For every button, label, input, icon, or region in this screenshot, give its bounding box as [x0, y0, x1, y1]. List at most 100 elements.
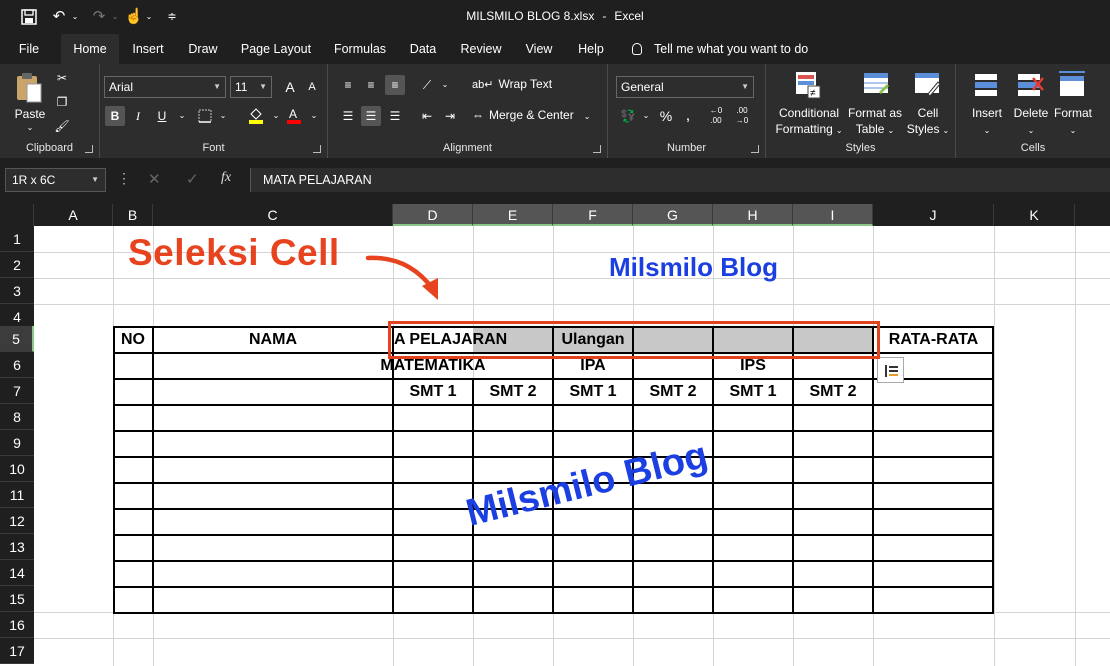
tab-help[interactable]: Help — [572, 34, 610, 64]
column-header-b[interactable]: B — [113, 204, 153, 226]
enter-icon[interactable]: ✓ — [186, 170, 199, 188]
insert-function-icon[interactable]: fx — [221, 170, 231, 186]
chevron-down-icon[interactable]: ▼ — [91, 169, 99, 191]
tab-file[interactable]: File — [8, 34, 50, 64]
cell-styles-icon[interactable] — [912, 70, 942, 100]
format-painter-icon[interactable]: 🖌 — [52, 116, 72, 136]
column-header-d[interactable]: D — [393, 204, 473, 226]
chevron-down-icon[interactable]: ⌄ — [584, 112, 591, 121]
column-header-a[interactable]: A — [34, 204, 113, 226]
cell-e7[interactable]: SMT 2 — [473, 379, 553, 405]
row-header-5[interactable]: 5 — [0, 326, 34, 352]
number-format-dropdown[interactable]: General ▼ — [616, 76, 754, 98]
bottom-align-icon[interactable]: ≡ — [385, 75, 405, 95]
column-header-c[interactable]: C — [153, 204, 393, 226]
align-left-icon[interactable]: ☰ — [338, 106, 358, 126]
cell-i7[interactable]: SMT 2 — [793, 379, 873, 405]
tab-page-layout[interactable]: Page Layout — [238, 34, 314, 64]
row-header-8[interactable]: 8 — [0, 404, 34, 430]
tab-review[interactable]: Review — [456, 34, 506, 64]
cell-b5[interactable]: NO — [113, 327, 153, 353]
top-align-icon[interactable]: ≡ — [338, 75, 358, 95]
wrap-text-button[interactable]: ab↵ Wrap Text — [472, 77, 552, 91]
increase-decimal-icon[interactable]: ←0.00 — [706, 106, 726, 126]
currency-icon[interactable]: 💱 — [618, 106, 638, 126]
cell-f7[interactable]: SMT 1 — [553, 379, 633, 405]
row-header-11[interactable]: 11 — [0, 482, 34, 508]
column-header-i[interactable]: I — [793, 204, 873, 226]
row-header-7[interactable]: 7 — [0, 378, 34, 404]
row-header-6[interactable]: 6 — [0, 352, 34, 378]
delete-cells-button[interactable]: Delete ⌄ — [1008, 105, 1054, 139]
row-header-10[interactable]: 10 — [0, 456, 34, 482]
conditional-formatting-icon[interactable]: ≠ — [794, 70, 824, 100]
row-header-9[interactable]: 9 — [0, 430, 34, 456]
underline-dropdown-icon[interactable]: ⌄ — [172, 106, 192, 126]
column-header-k[interactable]: K — [994, 204, 1075, 226]
italic-button[interactable]: I — [128, 106, 148, 126]
tab-home[interactable]: Home — [61, 34, 119, 64]
grow-font-icon[interactable]: A — [280, 77, 300, 97]
insert-cells-button[interactable]: Insert ⌄ — [964, 105, 1010, 139]
increase-indent-icon[interactable]: ⇥ — [440, 106, 460, 126]
font-size-dropdown[interactable]: 11 ▼ — [230, 76, 272, 98]
tab-data[interactable]: Data — [404, 34, 442, 64]
tab-insert[interactable]: Insert — [126, 34, 170, 64]
fill-color-dropdown-icon[interactable]: ⌄ — [266, 106, 286, 126]
row-header-17[interactable]: 17 — [0, 638, 34, 664]
shrink-font-icon[interactable]: A — [302, 77, 322, 97]
currency-dropdown-icon[interactable]: ⌄ — [636, 106, 656, 126]
column-header-h[interactable]: H — [713, 204, 793, 226]
middle-align-icon[interactable]: ≡ — [361, 75, 381, 95]
decrease-decimal-icon[interactable]: .00 →0 — [732, 106, 752, 126]
column-header-f[interactable]: F — [553, 204, 633, 226]
paste-icon[interactable] — [14, 72, 44, 103]
insert-cells-icon[interactable] — [972, 70, 1002, 100]
row-header-1[interactable]: 1 — [0, 226, 34, 252]
select-all-corner[interactable] — [0, 204, 34, 226]
row-header-13[interactable]: 13 — [0, 534, 34, 560]
orientation-icon[interactable]: ⟋ — [417, 75, 437, 95]
number-launcher-icon[interactable] — [751, 145, 759, 153]
bold-button[interactable]: B — [105, 106, 125, 126]
paste-dropdown-icon[interactable]: ⌄ — [22, 120, 38, 136]
tell-me-search[interactable]: Tell me what you want to do — [632, 34, 808, 64]
format-as-table-icon[interactable] — [861, 70, 891, 100]
formula-input[interactable]: MATA PELAJARAN — [250, 168, 1110, 192]
comma-button[interactable]: , — [678, 106, 698, 126]
font-color-icon[interactable]: A — [284, 106, 304, 126]
merge-center-button[interactable]: ⇔ Merge & Center ⌄ — [472, 108, 590, 122]
format-cells-button[interactable]: Format ⌄ — [1050, 105, 1096, 139]
delete-cells-icon[interactable] — [1015, 70, 1045, 100]
format-as-table-button[interactable]: Format as Table ⌄ — [844, 105, 906, 139]
align-right-icon[interactable]: ☰ — [385, 106, 405, 126]
name-box[interactable]: 1R x 6C ▼ — [5, 168, 106, 192]
borders-dropdown-icon[interactable]: ⌄ — [213, 106, 233, 126]
row-header-12[interactable]: 12 — [0, 508, 34, 534]
cell-styles-button[interactable]: Cell Styles ⌄ — [904, 105, 952, 139]
column-header-g[interactable]: G — [633, 204, 713, 226]
cell-h7[interactable]: SMT 1 — [713, 379, 793, 405]
font-color-dropdown-icon[interactable]: ⌄ — [304, 106, 324, 126]
row-header-2[interactable]: 2 — [0, 252, 34, 278]
alignment-launcher-icon[interactable] — [593, 145, 601, 153]
cell-c5[interactable]: NAMA — [153, 327, 393, 353]
row-header-3[interactable]: 3 — [0, 278, 34, 304]
conditional-formatting-button[interactable]: Conditional Formatting ⌄ — [770, 105, 848, 139]
tab-draw[interactable]: Draw — [182, 34, 224, 64]
worksheet-grid[interactable]: A B C D E F G H I J K 1 2 3 4 5 6 7 8 9 … — [0, 204, 1110, 666]
quick-analysis-icon[interactable] — [877, 357, 904, 383]
cell-j5[interactable]: RATA-RATA — [873, 327, 994, 353]
more-options-icon[interactable]: ⋮ — [117, 170, 131, 187]
format-cells-icon[interactable] — [1057, 70, 1087, 100]
orientation-dropdown-icon[interactable]: ⌄ — [435, 75, 455, 95]
cell-g7[interactable]: SMT 2 — [633, 379, 713, 405]
cut-icon[interactable]: ✂ — [52, 68, 72, 88]
cancel-icon[interactable]: ✕ — [148, 170, 161, 188]
row-header-15[interactable]: 15 — [0, 586, 34, 612]
decrease-indent-icon[interactable]: ⇤ — [417, 106, 437, 126]
tab-formulas[interactable]: Formulas — [328, 34, 392, 64]
tab-view[interactable]: View — [520, 34, 558, 64]
copy-icon[interactable]: ❐ — [52, 92, 72, 112]
row-header-16[interactable]: 16 — [0, 612, 34, 638]
